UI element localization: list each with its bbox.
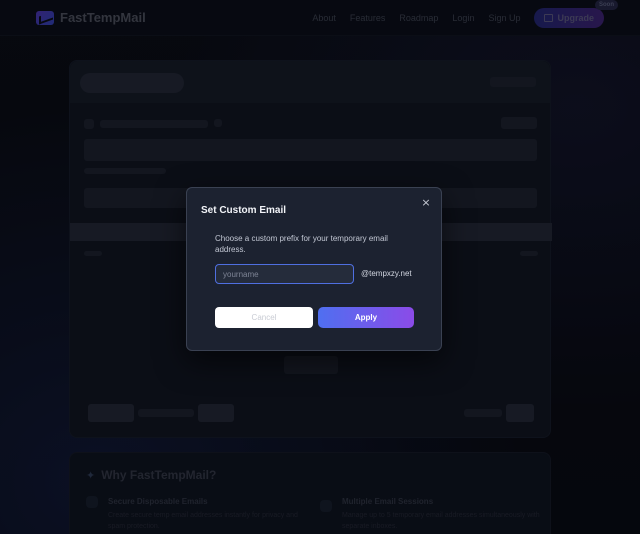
domain-suffix: @tempxzy.net	[361, 269, 412, 278]
dialog-description: Choose a custom prefix for your temporar…	[215, 234, 388, 254]
custom-email-dialog: Set Custom Email × Choose a custom prefi…	[186, 187, 442, 351]
apply-button[interactable]: Apply	[318, 307, 414, 328]
close-icon[interactable]: ×	[419, 196, 433, 210]
dialog-title: Set Custom Email	[201, 205, 287, 216]
email-prefix-input[interactable]	[215, 264, 354, 284]
cancel-button[interactable]: Cancel	[215, 307, 313, 328]
